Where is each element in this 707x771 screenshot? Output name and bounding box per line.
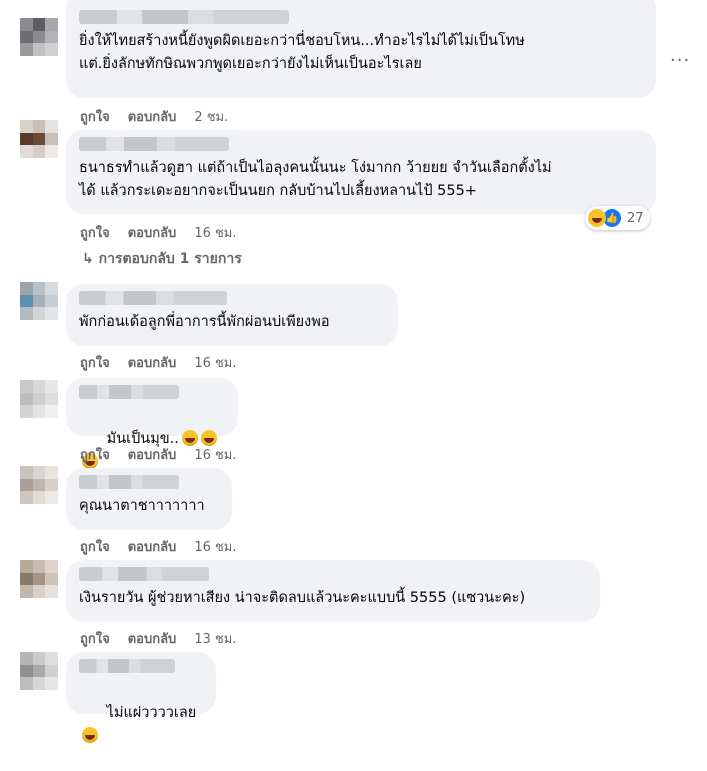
timestamp[interactable]: 2 ชม. xyxy=(194,106,228,127)
reaction-count: 27 xyxy=(627,210,644,226)
comment-text: ไม่แผ่ววววเลย xyxy=(79,679,204,771)
comment-actions: ถูกใจ ตอบกลับ 16 ชม. xyxy=(80,536,237,557)
comment-text: คุณนาตาชาาาาาาา xyxy=(79,498,205,514)
commenter-name-blurred[interactable] xyxy=(79,385,179,399)
comment-bubble: มันเป็นมุข.. xyxy=(66,378,238,469)
avatar[interactable] xyxy=(20,282,58,320)
like-button[interactable]: ถูกใจ xyxy=(80,106,110,127)
reply-button[interactable]: ตอบกลับ xyxy=(128,352,177,373)
reply-button[interactable]: ตอบกลับ xyxy=(128,628,177,649)
comment-actions: ถูกใจ ตอบกลับ 16 ชม. xyxy=(80,352,237,373)
reply-button[interactable]: ตอบกลับ xyxy=(128,106,177,127)
timestamp[interactable]: 16 ชม. xyxy=(194,536,236,557)
comment-bubble: ธนาธรทำแล้วดูฮา แต่ถ้าเป็นไอลุงคนนั้นนะ … xyxy=(66,130,656,214)
reply-button[interactable]: ตอบกลับ xyxy=(128,444,177,465)
reply-button[interactable]: ตอบกลับ xyxy=(128,536,177,557)
commenter-name-blurred[interactable] xyxy=(79,137,229,151)
comment-actions: ถูกใจ ตอบกลับ 13 ชม. xyxy=(80,628,237,649)
avatar[interactable] xyxy=(20,560,58,598)
commenter-name-blurred[interactable] xyxy=(79,291,227,305)
reply-button[interactable]: ตอบกลับ xyxy=(128,222,177,243)
avatar[interactable] xyxy=(20,18,58,56)
comment-actions: ถูกใจ ตอบกลับ 16 ชม. xyxy=(80,444,237,465)
tears-of-joy-icon xyxy=(82,727,98,743)
comment-text: ธนาธรทำแล้วดูฮา แต่ถ้าเป็นไอลุงคนนั้นนะ … xyxy=(79,160,552,199)
like-button[interactable]: ถูกใจ xyxy=(80,536,110,557)
avatar[interactable] xyxy=(20,652,58,690)
avatar[interactable] xyxy=(20,120,58,158)
comment-actions: ถูกใจ ตอบกลับ 2 ชม. xyxy=(80,106,228,127)
comment-actions: ถูกใจ ตอบกลับ 16 ชม. xyxy=(80,222,237,243)
haha-reaction-icon xyxy=(588,209,606,227)
comment-text-content: ไม่แผ่ววววเลย xyxy=(106,705,197,721)
comment-text: พักก่อนเด้อลูกพี่อาการนี้พักผ่อนบ่เพียงพ… xyxy=(79,314,330,330)
timestamp[interactable]: 16 ชม. xyxy=(194,444,236,465)
commenter-name-blurred[interactable] xyxy=(79,659,175,673)
like-button[interactable]: ถูกใจ xyxy=(80,444,110,465)
view-replies-link[interactable]: ↳ การตอบกลับ 1 รายการ xyxy=(82,248,242,270)
comment-text: เงินรายวัน ผู้ช่วยหาเสียง น่าจะติดลบแล้ว… xyxy=(79,590,526,606)
commenter-name-blurred[interactable] xyxy=(79,475,179,489)
comment-bubble: ไม่แผ่ววววเลย xyxy=(66,652,216,743)
comment-bubble: ยิ่งให้ไทยสร้างหนี้ยังพูดผิดเยอะกว่านี่ช… xyxy=(66,0,656,98)
timestamp[interactable]: 16 ชม. xyxy=(194,222,236,243)
like-button[interactable]: ถูกใจ xyxy=(80,222,110,243)
commenter-name-blurred[interactable] xyxy=(79,567,209,581)
comment-bubble: เงินรายวัน ผู้ช่วยหาเสียง น่าจะติดลบแล้ว… xyxy=(66,560,600,622)
comment-bubble: คุณนาตาชาาาาาาา xyxy=(66,468,232,530)
timestamp[interactable]: 16 ชม. xyxy=(194,352,236,373)
avatar[interactable] xyxy=(20,466,58,504)
commenter-name-blurred[interactable] xyxy=(79,10,289,24)
reaction-summary[interactable]: 👍 27 xyxy=(585,206,650,230)
avatar[interactable] xyxy=(20,380,58,418)
more-options-icon[interactable]: ··· xyxy=(670,50,690,71)
comment-bubble: พักก่อนเด้อลูกพี่อาการนี้พักผ่อนบ่เพียงพ… xyxy=(66,284,398,346)
timestamp[interactable]: 13 ชม. xyxy=(194,628,236,649)
comment-text: ยิ่งให้ไทยสร้างหนี้ยังพูดผิดเยอะกว่านี่ช… xyxy=(79,33,525,72)
like-button[interactable]: ถูกใจ xyxy=(80,628,110,649)
like-button[interactable]: ถูกใจ xyxy=(80,352,110,373)
